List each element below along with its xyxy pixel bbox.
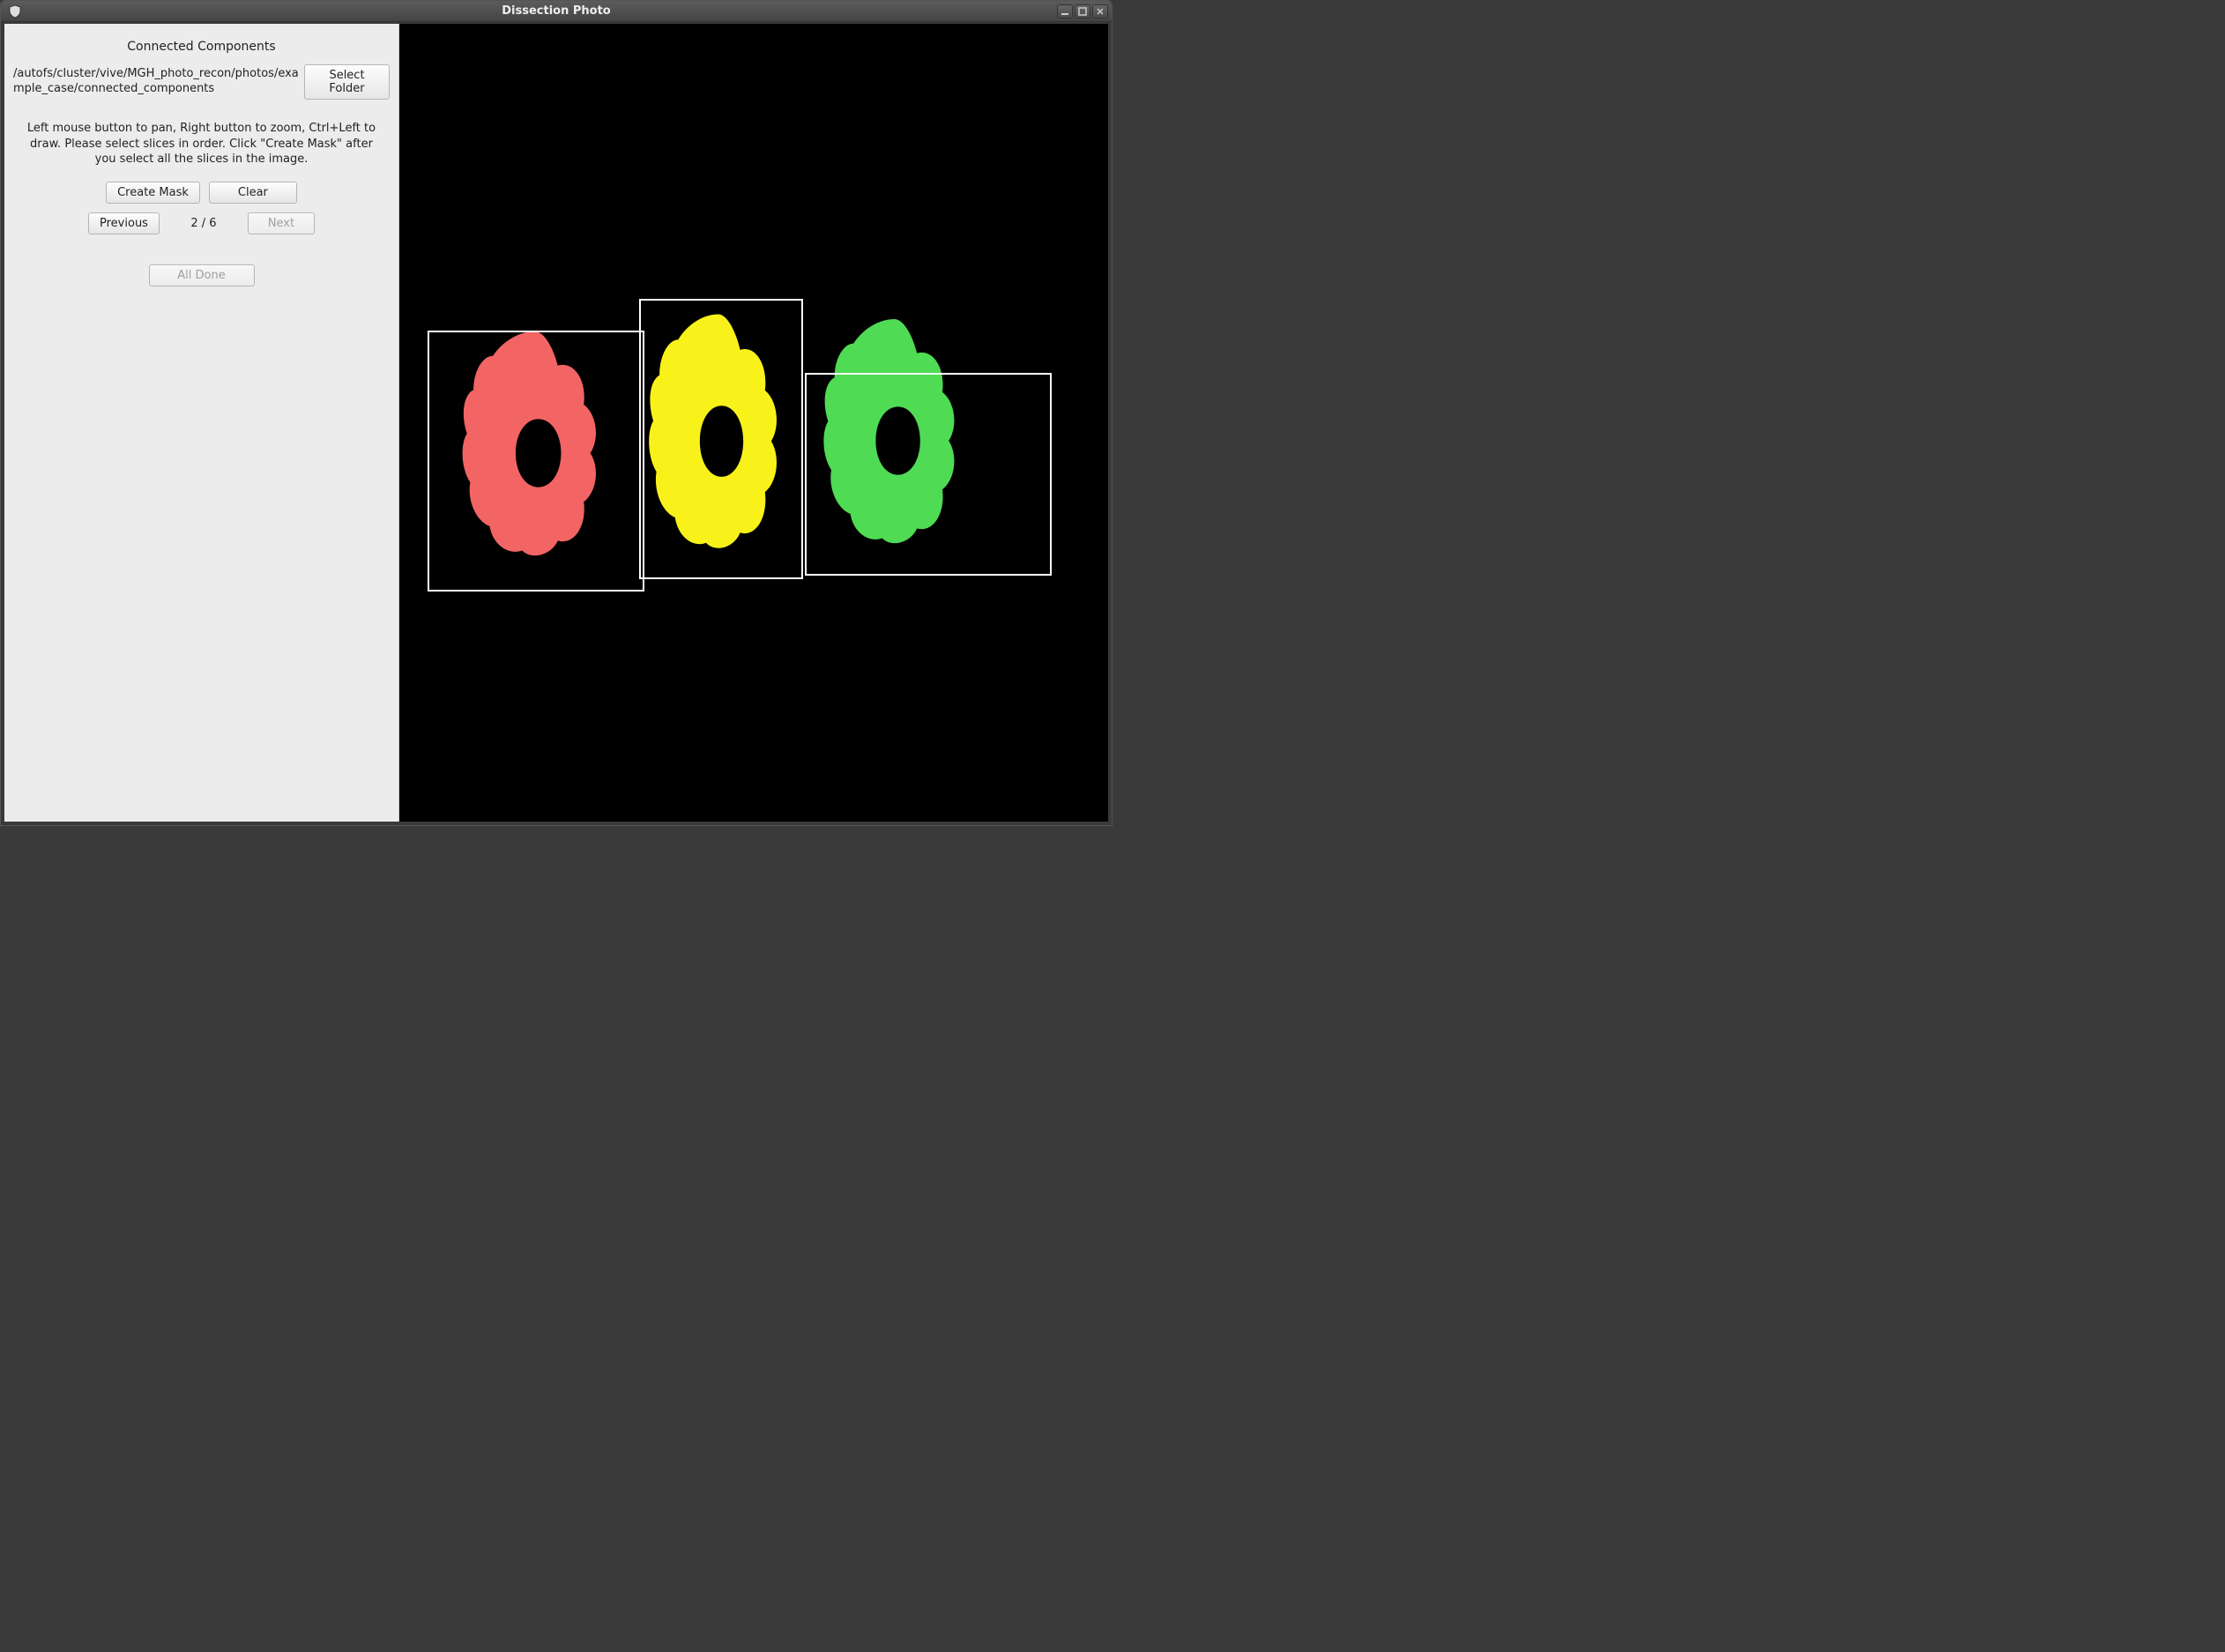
component-red[interactable] (454, 322, 616, 565)
instructions-text: Left mouse button to pan, Right button t… (19, 121, 384, 167)
select-folder-button[interactable]: Select Folder (304, 64, 390, 100)
page-indicator: 2 / 6 (186, 217, 221, 230)
done-row: All Done (149, 264, 255, 286)
client-area: Connected Components /autofs/cluster/viv… (4, 24, 1108, 822)
component-green[interactable] (815, 309, 974, 553)
close-button[interactable] (1092, 4, 1108, 19)
clear-button[interactable]: Clear (209, 182, 297, 204)
action-row: Create Mask Clear (106, 182, 297, 204)
minimize-button[interactable] (1057, 4, 1073, 19)
folder-path: /autofs/cluster/vive/MGH_photo_recon/pho… (13, 67, 304, 97)
app-icon (8, 4, 22, 19)
component-yellow[interactable] (641, 304, 796, 558)
all-done-button[interactable]: All Done (149, 264, 255, 286)
image-viewer[interactable] (399, 24, 1108, 822)
window-buttons (1057, 4, 1108, 19)
create-mask-button[interactable]: Create Mask (106, 182, 200, 204)
previous-button[interactable]: Previous (88, 212, 160, 234)
window-title: Dissection Photo (1, 4, 1112, 18)
maximize-button[interactable] (1075, 4, 1090, 19)
folder-row: /autofs/cluster/vive/MGH_photo_recon/pho… (13, 64, 390, 100)
control-panel: Connected Components /autofs/cluster/viv… (4, 24, 399, 822)
app-window: Dissection Photo Connected Components /a… (0, 0, 1112, 826)
nav-row: Previous 2 / 6 Next (88, 212, 315, 234)
next-button[interactable]: Next (248, 212, 315, 234)
section-title: Connected Components (127, 40, 275, 54)
titlebar[interactable]: Dissection Photo (1, 1, 1112, 22)
